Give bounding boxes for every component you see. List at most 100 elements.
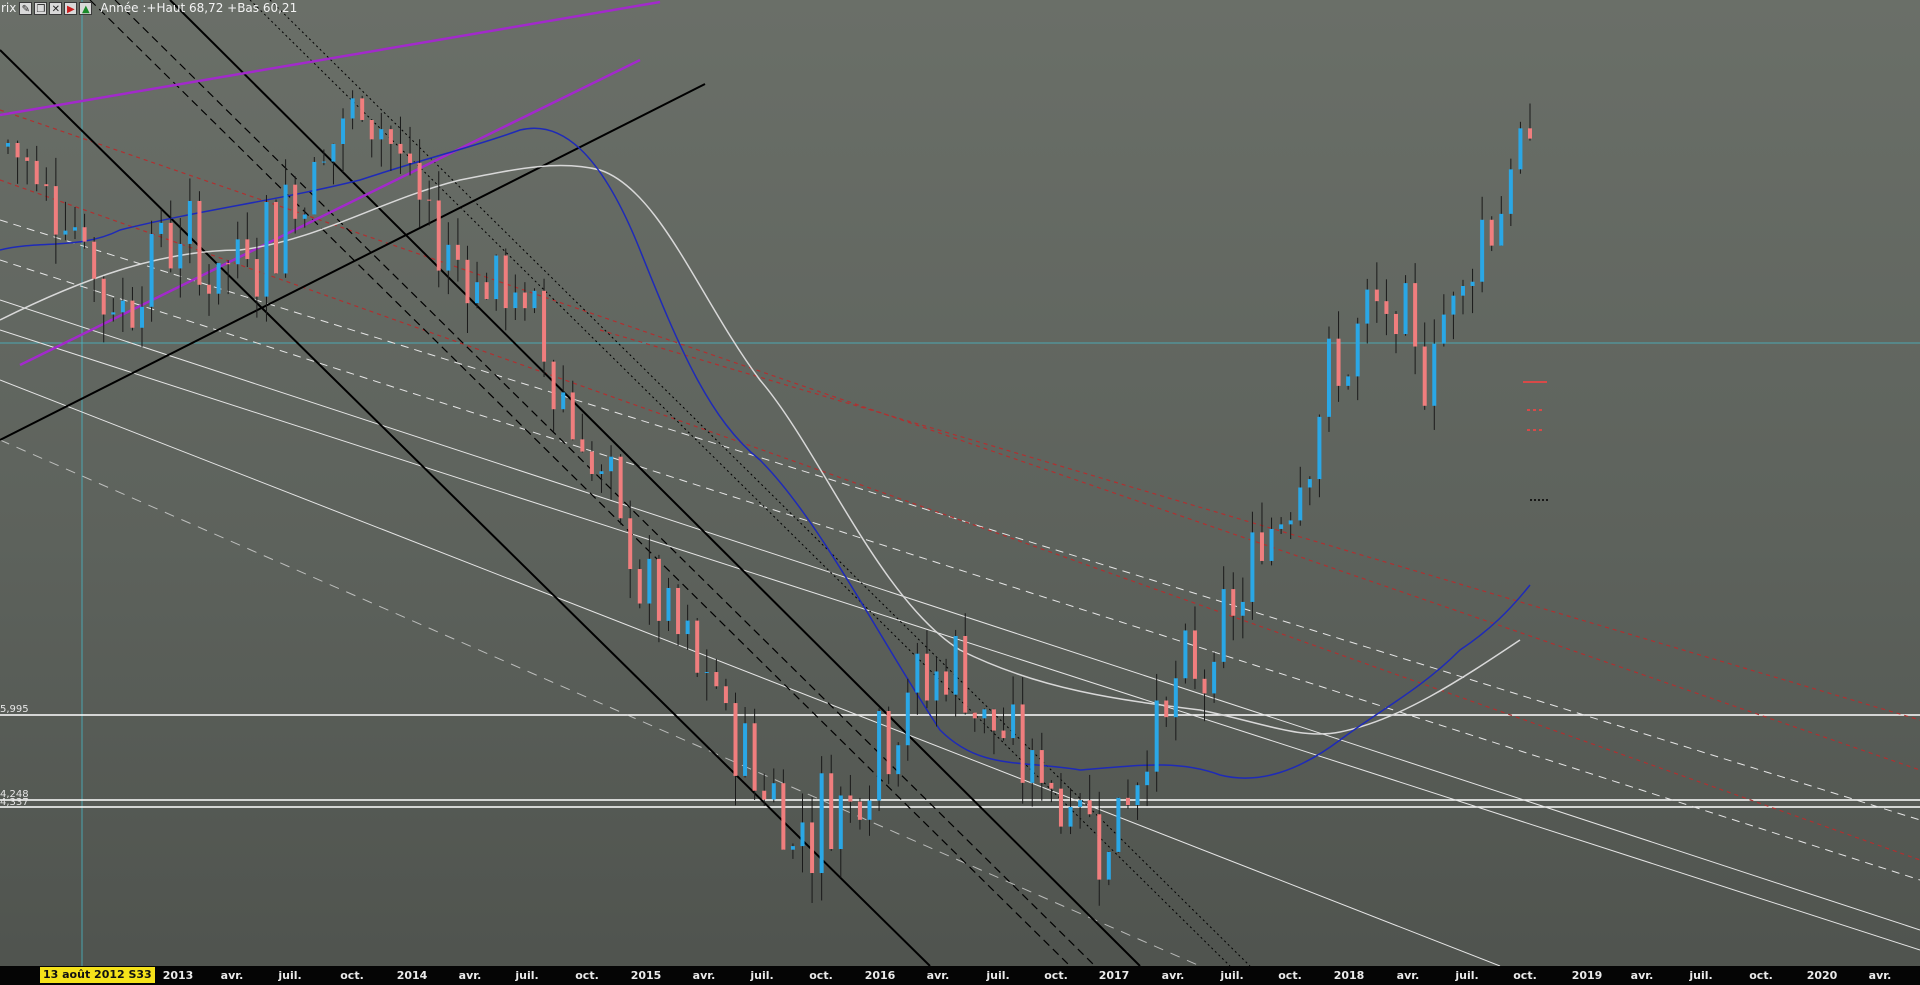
candlestick-series	[6, 90, 1532, 906]
candle-body	[1279, 524, 1284, 529]
candle-body	[532, 290, 537, 309]
x-tick: oct.	[1749, 969, 1773, 982]
candle-body	[427, 199, 432, 201]
candle-body	[1384, 301, 1389, 314]
flag-icon[interactable]: ▶	[64, 1, 78, 15]
candle-body	[1164, 700, 1169, 718]
candle-body	[417, 162, 422, 200]
candle-body	[944, 671, 949, 695]
moving-average-long	[0, 164, 1521, 735]
purple-channel	[0, 0, 661, 367]
candle-body	[369, 119, 374, 140]
candle-body	[159, 222, 164, 234]
candle-body	[1231, 589, 1236, 616]
candle-body	[379, 129, 384, 140]
candle-body	[848, 795, 853, 802]
candle-body	[1058, 788, 1063, 827]
price-chart[interactable]	[0, 0, 1920, 966]
candle-body	[274, 201, 279, 274]
candle-body	[283, 184, 288, 274]
candle-body	[542, 290, 547, 362]
candle-body	[446, 244, 451, 271]
candle-body	[254, 259, 259, 297]
candle-body	[1460, 285, 1465, 296]
x-tick: juil.	[515, 969, 539, 982]
level-label: 4,337	[0, 797, 29, 808]
candle-body	[829, 773, 834, 850]
candle-body	[647, 558, 652, 604]
candle-body	[264, 201, 269, 297]
candle-body	[1259, 532, 1264, 561]
x-tick: juil.	[278, 969, 302, 982]
candle-body	[398, 143, 403, 154]
candle-body	[953, 635, 958, 695]
red-trend-lines	[0, 109, 1920, 861]
candle-body	[140, 306, 145, 328]
candle-body	[972, 712, 977, 719]
candle-body	[178, 243, 183, 269]
candle-body	[685, 620, 690, 635]
candle-body	[1001, 730, 1006, 739]
candle-body	[1508, 169, 1513, 214]
candle-body	[570, 392, 575, 440]
close-icon[interactable]: ✕	[49, 1, 63, 15]
candle-body	[149, 233, 154, 307]
candle-body	[666, 587, 671, 621]
candle-body	[34, 160, 39, 185]
candle-body	[762, 790, 767, 800]
chart-title: Année :+Haut 68,72 +Bas 60,21	[100, 1, 298, 15]
candle-body	[723, 686, 728, 704]
candle-body	[714, 672, 719, 687]
x-tick: oct.	[1278, 969, 1302, 982]
candle-body	[15, 142, 20, 158]
x-tick: oct.	[1044, 969, 1068, 982]
candle-body	[1317, 416, 1322, 480]
x-axis: 13 août 2012 S33 2013 avr. juil. oct. 20…	[0, 966, 1920, 985]
candle-body	[484, 282, 489, 300]
x-tick: avr.	[1868, 969, 1892, 982]
candle-body	[1528, 128, 1532, 139]
chart-area[interactable]: 5,995 4,248 4,337	[0, 0, 1920, 966]
candle-body	[896, 745, 901, 775]
candle-body	[800, 822, 805, 847]
x-tick: avr.	[220, 969, 244, 982]
pencil-icon[interactable]: ✎	[19, 1, 33, 15]
candle-body	[1078, 800, 1083, 807]
up-arrow-icon[interactable]: ▲	[79, 1, 93, 15]
candle-body	[120, 300, 125, 313]
window-icon[interactable]: ❐	[34, 1, 48, 15]
candle-body	[1192, 630, 1197, 679]
candle-body	[1326, 338, 1331, 417]
candle-body	[886, 711, 891, 775]
candle-body	[1422, 346, 1427, 406]
candle-body	[790, 846, 795, 850]
candle-body	[408, 153, 413, 163]
x-tick: oct.	[1513, 969, 1537, 982]
candle-body	[857, 801, 862, 820]
candle-body	[1298, 487, 1303, 521]
x-tick: 2017	[1098, 969, 1130, 982]
candle-body	[1499, 213, 1504, 246]
candle-body	[436, 200, 441, 271]
candle-body	[388, 129, 393, 144]
candle-body	[551, 361, 556, 410]
candle-body	[618, 456, 623, 519]
x-tick: avr.	[926, 969, 950, 982]
candle-body	[1393, 313, 1398, 335]
candle-body	[963, 635, 968, 713]
candle-body	[1269, 528, 1274, 561]
candle-body	[73, 227, 78, 231]
candle-body	[752, 723, 757, 791]
moving-average-short	[0, 127, 1531, 779]
candle-body	[733, 703, 738, 776]
candle-body	[1480, 219, 1485, 282]
candle-body	[302, 214, 307, 219]
x-tick: juil.	[986, 969, 1010, 982]
candle-body	[1154, 700, 1159, 772]
horizontal-levels	[0, 714, 1920, 808]
candle-body	[867, 800, 872, 820]
x-tick: avr.	[458, 969, 482, 982]
x-tick: juil.	[750, 969, 774, 982]
x-tick: 2015	[630, 969, 662, 982]
candle-body	[1125, 797, 1130, 806]
